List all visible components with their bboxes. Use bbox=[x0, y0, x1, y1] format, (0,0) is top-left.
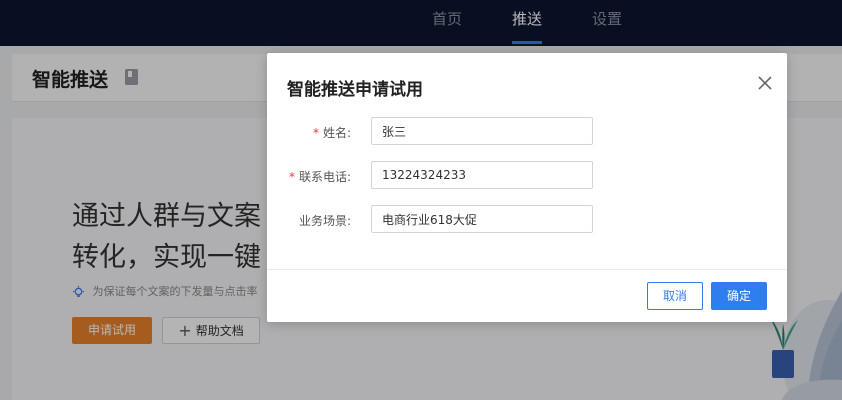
required-mark: * bbox=[312, 126, 319, 140]
dialog-divider bbox=[267, 269, 787, 270]
cancel-button[interactable]: 取消 bbox=[647, 282, 703, 310]
phone-label: * 联系电话: bbox=[288, 170, 351, 184]
name-field[interactable] bbox=[371, 117, 593, 145]
dialog-title: 智能推送申请试用 bbox=[287, 80, 423, 100]
required-mark: * bbox=[288, 170, 295, 184]
business-scenario-label: 业务场景: bbox=[298, 214, 351, 228]
trial-application-dialog: 智能推送申请试用 *姓名: *联系电话: 业务场景: 取消 确定 bbox=[267, 53, 787, 322]
confirm-button[interactable]: 确定 bbox=[711, 282, 767, 310]
business-scenario-field[interactable] bbox=[371, 205, 593, 233]
phone-field[interactable] bbox=[371, 161, 593, 189]
name-label: * 姓名: bbox=[312, 126, 351, 140]
close-icon[interactable] bbox=[757, 75, 773, 91]
